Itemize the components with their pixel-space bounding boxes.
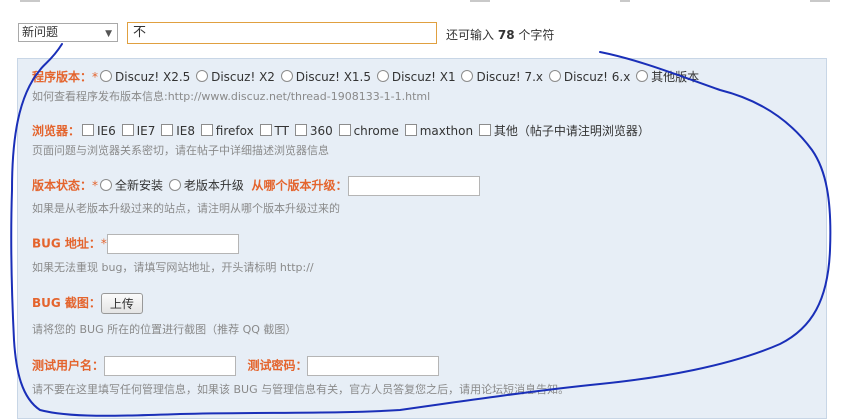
- hand-drawn-circle-annotation: [10, 43, 832, 417]
